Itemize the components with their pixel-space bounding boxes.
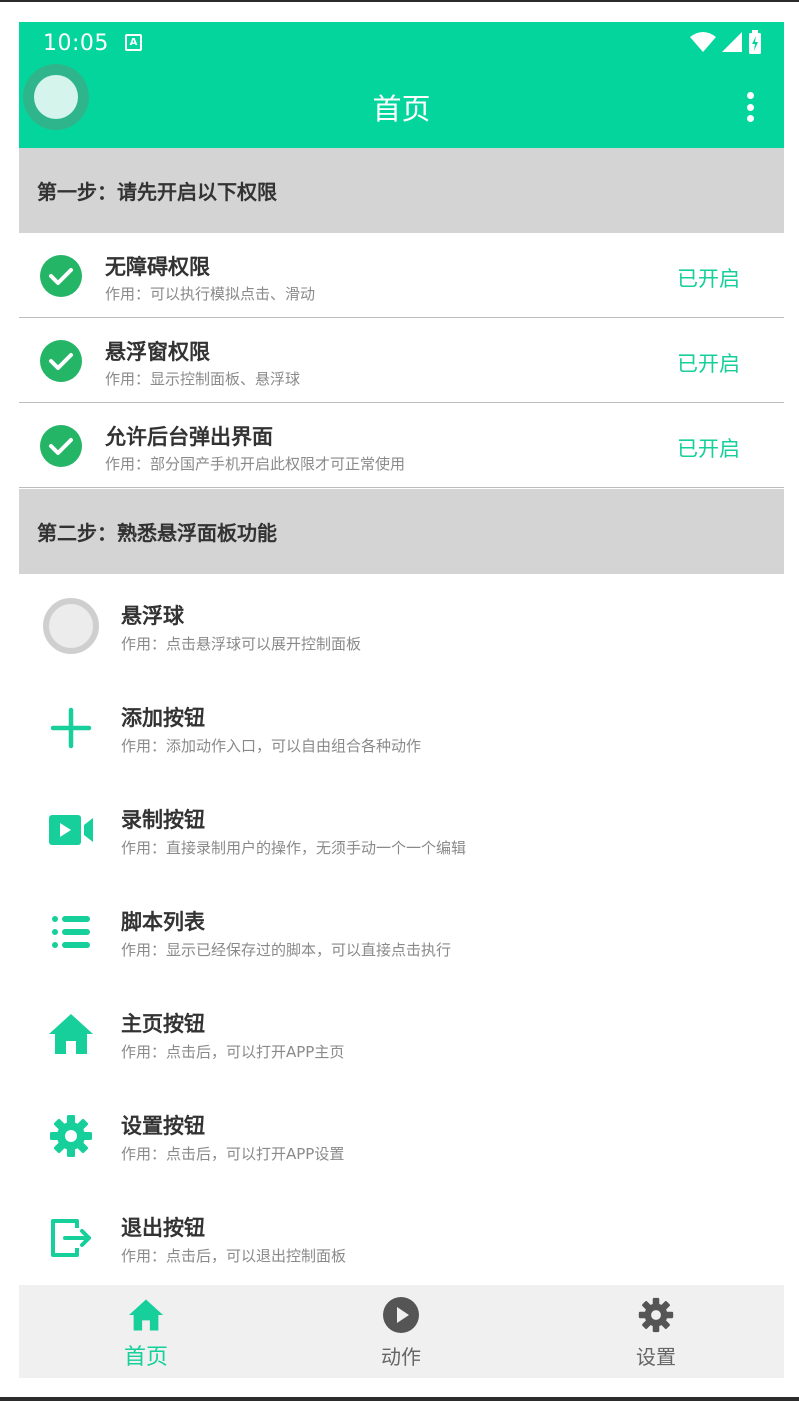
feature-title: 设置按钮 xyxy=(121,1114,205,1138)
app-bar: 10:05 A 首页 xyxy=(19,22,784,148)
page-title: 首页 xyxy=(372,92,431,126)
signal-icon xyxy=(722,32,742,52)
device-frame-top xyxy=(0,0,799,22)
nav-item-actions[interactable]: 动作 xyxy=(341,1285,461,1378)
feature-desc: 作用：点击后，可以打开APP主页 xyxy=(121,1043,345,1061)
permission-desc: 作用：部分国产手机开启此权限才可正常使用 xyxy=(105,455,406,473)
nav-item-settings[interactable]: 设置 xyxy=(596,1285,716,1378)
feature-title: 悬浮球 xyxy=(121,604,184,628)
wifi-icon xyxy=(690,32,716,52)
permission-desc: 作用：显示控制面板、悬浮球 xyxy=(105,370,301,388)
feature-row-add: 添加按钮 作用：添加动作入口，可以自由组合各种动作 xyxy=(19,678,784,780)
plus-icon xyxy=(41,698,101,758)
feature-desc: 作用：添加动作入口，可以自由组合各种动作 xyxy=(121,737,422,755)
feature-row-script-list: 脚本列表 作用：显示已经保存过的脚本，可以直接点击执行 xyxy=(19,882,784,984)
permission-title: 无障碍权限 xyxy=(105,255,210,279)
play-circle-icon xyxy=(383,1297,419,1333)
gear-icon xyxy=(41,1106,101,1166)
video-record-icon xyxy=(41,800,101,860)
permission-status: 已开启 xyxy=(677,352,740,376)
section-header-permissions: 第一步：请先开启以下权限 xyxy=(19,148,784,233)
permission-row-background-popup[interactable]: 允许后台弹出界面 作用：部分国产手机开启此权限才可正常使用 已开启 xyxy=(19,403,784,488)
feature-row-floating-ball: 悬浮球 作用：点击悬浮球可以展开控制面板 xyxy=(19,576,784,678)
feature-title: 录制按钮 xyxy=(121,808,205,832)
feature-row-record: 录制按钮 作用：直接录制用户的操作，无须手动一个一个编辑 xyxy=(19,780,784,882)
feature-row-exit: 退出按钮 作用：点击后，可以退出控制面板 xyxy=(19,1188,784,1290)
home-icon xyxy=(128,1297,164,1333)
check-circle-icon xyxy=(40,425,82,467)
device-frame-bottom xyxy=(0,1378,799,1401)
more-menu-icon[interactable] xyxy=(746,92,754,122)
bottom-navigation: 首页 动作 设置 xyxy=(19,1285,784,1378)
feature-desc: 作用：点击后，可以打开APP设置 xyxy=(121,1145,345,1163)
battery-icon xyxy=(749,30,761,54)
feature-row-settings: 设置按钮 作用：点击后，可以打开APP设置 xyxy=(19,1086,784,1188)
nav-label: 首页 xyxy=(123,1345,168,1370)
feature-title: 主页按钮 xyxy=(121,1012,205,1036)
notification-icon: A xyxy=(125,34,142,51)
feature-title: 添加按钮 xyxy=(121,706,205,730)
home-icon xyxy=(41,1004,101,1064)
permission-desc: 作用：可以执行模拟点击、滑动 xyxy=(105,285,316,303)
floating-ball-icon xyxy=(41,596,101,656)
feature-title: 脚本列表 xyxy=(121,910,205,934)
status-time: 10:05 xyxy=(43,31,109,56)
permission-status: 已开启 xyxy=(677,437,740,461)
feature-row-home: 主页按钮 作用：点击后，可以打开APP主页 xyxy=(19,984,784,1086)
status-icons xyxy=(690,30,762,54)
check-circle-icon xyxy=(40,340,82,382)
exit-icon xyxy=(41,1208,101,1268)
section-title: 第一步：请先开启以下权限 xyxy=(37,180,277,204)
permission-title: 悬浮窗权限 xyxy=(105,340,210,364)
nav-item-home[interactable]: 首页 xyxy=(86,1285,206,1378)
section-title: 第二步：熟悉悬浮面板功能 xyxy=(37,521,277,545)
feature-desc: 作用：直接录制用户的操作，无须手动一个一个编辑 xyxy=(121,839,467,857)
nav-label: 设置 xyxy=(636,1345,676,1369)
app-screen: 10:05 A 首页 第一步：请先开启以下权限 无障碍权限 作用：可以执行模拟点… xyxy=(19,22,784,1378)
feature-desc: 作用：点击悬浮球可以展开控制面板 xyxy=(121,635,362,653)
feature-title: 退出按钮 xyxy=(121,1216,205,1240)
check-circle-icon xyxy=(40,255,82,297)
permission-title: 允许后台弹出界面 xyxy=(105,425,273,449)
feature-desc: 作用：显示已经保存过的脚本，可以直接点击执行 xyxy=(121,941,452,959)
gear-icon xyxy=(638,1297,674,1333)
permission-row-accessibility[interactable]: 无障碍权限 作用：可以执行模拟点击、滑动 已开启 xyxy=(19,233,784,318)
permission-row-overlay[interactable]: 悬浮窗权限 作用：显示控制面板、悬浮球 已开启 xyxy=(19,318,784,403)
list-icon xyxy=(41,902,101,962)
feature-desc: 作用：点击后，可以退出控制面板 xyxy=(121,1247,347,1265)
section-header-features: 第二步：熟悉悬浮面板功能 xyxy=(19,489,784,574)
nav-label: 动作 xyxy=(381,1345,421,1369)
permission-status: 已开启 xyxy=(677,267,740,291)
